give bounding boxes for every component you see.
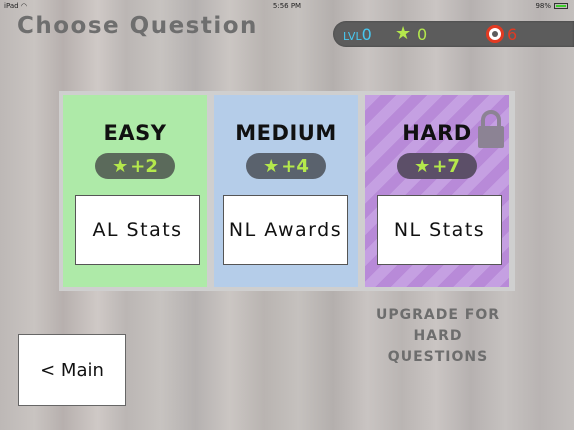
reward-badge: ★ +2 [95,153,175,179]
star-icon: ★ [395,23,412,44]
medium-card: MEDIUM ★ +4 NL Awards [214,95,358,287]
easy-card: EASY ★ +2 AL Stats [63,95,207,287]
status-bar: iPad ◠ 5:56 PM 98% [0,0,574,12]
question-button-nl-awards[interactable]: NL Awards [223,195,348,265]
difficulty-title: EASY [103,121,167,145]
star-icon: ★ [263,155,280,177]
main-menu-button[interactable]: < Main [18,334,126,406]
status-battery: 98% [535,2,568,10]
lives-count: 6 [507,25,518,44]
star-icon: ★ [112,155,129,177]
star-icon: ★ [414,155,431,177]
difficulty-title: MEDIUM [235,121,337,145]
reward-value: +7 [432,155,460,177]
reward-badge: ★ +4 [246,153,326,179]
life-ring-icon [486,25,504,43]
level-display: LVL0 [343,25,372,44]
page-title: Choose Question [17,13,258,39]
reward-value: +2 [130,155,158,177]
hard-card: HARD ★ +7 NL Stats [365,95,509,287]
upgrade-line-3: QUESTIONS [387,349,489,365]
reward-value: +4 [281,155,309,177]
status-time: 5:56 PM [272,2,302,10]
battery-percent: 98% [535,2,551,10]
stars-count: 0 [417,25,428,44]
upgrade-line-2: HARD [413,328,463,344]
question-button-al-stats[interactable]: AL Stats [75,195,200,265]
difficulty-panels: EASY ★ +2 AL Stats MEDIUM ★ +4 NL Awards H… [59,91,515,291]
battery-icon [554,3,568,9]
upgrade-line-1: UPGRADE FOR [375,307,501,323]
battery-fill [556,5,566,7]
level-label: LVL [343,30,362,43]
reward-badge: ★ +7 [397,153,477,179]
difficulty-title: HARD [402,121,472,145]
player-hud: LVL0 ★ 0 6 [333,21,574,47]
level-value: 0 [361,25,372,44]
upgrade-prompt[interactable]: UPGRADE FOR HARD QUESTIONS [364,305,512,368]
question-button-nl-stats[interactable]: NL Stats [377,195,502,265]
